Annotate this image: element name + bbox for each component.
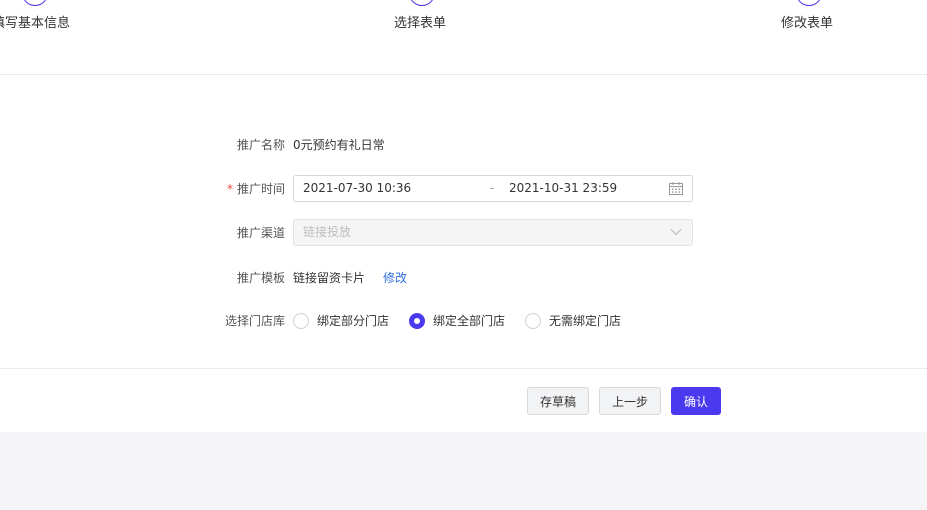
calendar-icon[interactable] [669, 182, 683, 195]
chevron-down-icon [670, 229, 682, 236]
form-row-channel: 推广渠道 链接投放 [0, 219, 927, 247]
time-label: * 推广时间 [227, 175, 285, 203]
footer-divider [0, 368, 927, 369]
step-3-label: 修改表单 [781, 16, 834, 31]
confirm-button[interactable]: 确认 [671, 387, 721, 415]
form-row-store: 选择门店库 绑定部分门店 绑定全部门店 无需绑定门店 [0, 307, 927, 335]
template-label: 推广模板 [236, 271, 285, 285]
radio-label: 无需绑定门店 [549, 314, 622, 328]
date-end-input[interactable]: 2021-10-31 23:59 [509, 176, 617, 201]
main-panel: 填写基本信息 选择表单 修改表单 推广名称 0元预约有礼日常 *推广时间 202… [0, 0, 927, 432]
prev-step-button[interactable]: 上一步 [599, 387, 661, 415]
radio-dot[interactable] [293, 313, 309, 329]
radio-dot[interactable] [525, 313, 541, 329]
edit-template-link[interactable]: 修改 [383, 271, 407, 285]
template-value: 链接留资卡片 [293, 271, 366, 285]
time-label-text: 推广时间 [236, 182, 285, 196]
date-separator: - [490, 181, 495, 195]
date-start-input[interactable]: 2021-07-30 10:36 [303, 176, 411, 201]
step-2-label: 选择表单 [394, 16, 447, 31]
step-1-circle [22, 0, 48, 6]
step-progress: 填写基本信息 选择表单 修改表单 [0, 0, 927, 75]
form-row-name: 推广名称 0元预约有礼日常 [0, 131, 927, 159]
step-1-label: 填写基本信息 [0, 16, 71, 31]
store-label: 选择门店库 [224, 314, 285, 328]
radio-dot[interactable] [409, 313, 425, 329]
step-2-circle [409, 0, 435, 6]
step-3-circle [796, 0, 822, 6]
name-value: 0元预约有礼日常 [293, 138, 385, 152]
form-row-time: * 推广时间 2021-07-30 10:36 - 2021-10-31 23:5… [0, 175, 927, 203]
channel-select[interactable]: 链接投放 [293, 219, 693, 246]
channel-label: 推广渠道 [236, 226, 285, 240]
required-mark: * [226, 182, 233, 196]
template-value-group: 链接留资卡片 修改 [293, 264, 407, 292]
save-draft-button[interactable]: 存草稿 [527, 387, 589, 415]
name-label: 推广名称 [236, 138, 285, 152]
form-row-template: 推广模板 链接留资卡片 修改 [0, 264, 927, 292]
date-range-picker[interactable]: 2021-07-30 10:36 - 2021-10-31 23:59 [293, 175, 693, 202]
channel-select-value: 链接投放 [303, 225, 352, 239]
radio-label: 绑定全部门店 [433, 314, 506, 328]
radio-label: 绑定部分门店 [317, 314, 390, 328]
